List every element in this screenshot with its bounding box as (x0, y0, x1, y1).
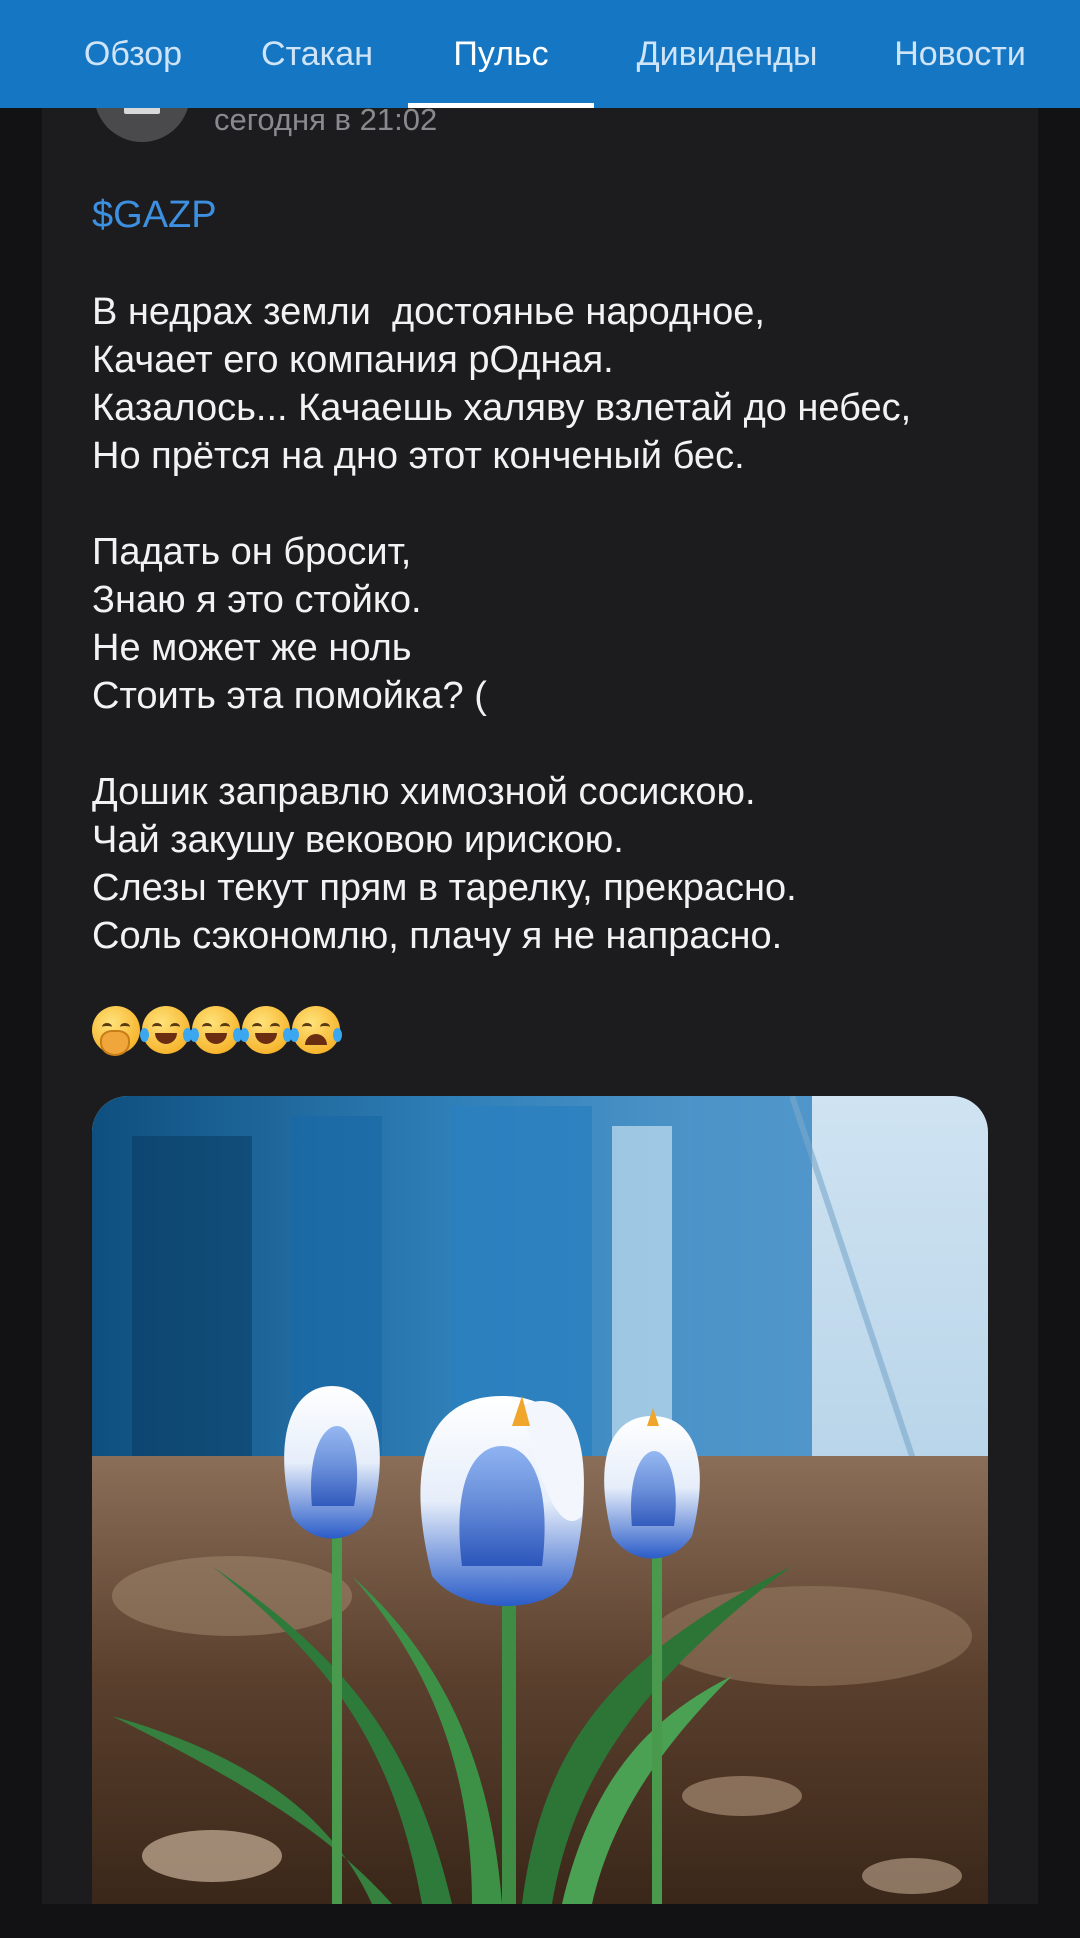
tab-dividends[interactable]: Дивиденды (618, 0, 836, 108)
tears-of-joy-emoji-icon (240, 1006, 292, 1054)
tab-news[interactable]: Новости (880, 0, 1040, 108)
top-tab-bar: Обзор Стакан Пульс Дивиденды Новости (0, 0, 1080, 108)
text-line: В недрах земли достоянье народное, (92, 291, 765, 333)
emoji-row (92, 1006, 342, 1056)
stanza: Падать он бросит, Знаю я это стойко. Не … (92, 528, 1012, 720)
text-line: Падать он бросит, (92, 531, 412, 573)
text-line: Знаю я это стойко. (92, 579, 422, 621)
post-card: сегодня в 21:02 $GAZP В недрах земли дос… (42, 0, 1038, 1904)
tab-label: Пульс (453, 34, 549, 73)
tab-label: Новости (894, 34, 1026, 73)
text-line: Казалось... Качаешь халяву взлетай до не… (92, 387, 912, 429)
text-line: Качает его компания рОдная. (92, 339, 614, 381)
text-line: Соль сэкономлю, плачу я не напрасно. (92, 915, 783, 957)
tears-of-joy-emoji-icon (140, 1006, 192, 1054)
tab-label: Обзор (83, 34, 183, 73)
loudly-crying-emoji-icon (290, 1006, 342, 1054)
text-line: Дошик заправлю химозной сосискою. (92, 771, 756, 813)
tab-pulse[interactable]: Пульс (408, 0, 594, 108)
tab-label: Дивиденды (636, 34, 818, 73)
text-line: Не может же ноль (92, 627, 412, 669)
post-image[interactable] (92, 1096, 988, 1904)
text-line: Но прётся на дно этот конченый бес. (92, 435, 745, 477)
post-body: В недрах земли достоянье народное, Качае… (92, 288, 1012, 1008)
text-line: Чай закушу вековою ирискою. (92, 819, 624, 861)
tab-overview[interactable]: Обзор (68, 0, 198, 108)
ticker-link[interactable]: $GAZP (92, 194, 217, 237)
crocus-flowers-photo (92, 1096, 988, 1904)
tears-of-joy-emoji-icon (190, 1006, 242, 1054)
stanza: Дошик заправлю химозной сосискою. Чай за… (92, 768, 1012, 960)
tab-order-book[interactable]: Стакан (250, 0, 384, 108)
active-tab-indicator (408, 103, 594, 108)
text-line: Слезы текут прям в тарелку, прекрасно. (92, 867, 797, 909)
tab-label: Стакан (261, 34, 373, 73)
text-line: Стоить эта помойка? ( (92, 675, 487, 717)
hand-over-mouth-emoji-icon (92, 1006, 140, 1056)
stanza: В недрах земли достоянье народное, Качае… (92, 288, 1012, 480)
